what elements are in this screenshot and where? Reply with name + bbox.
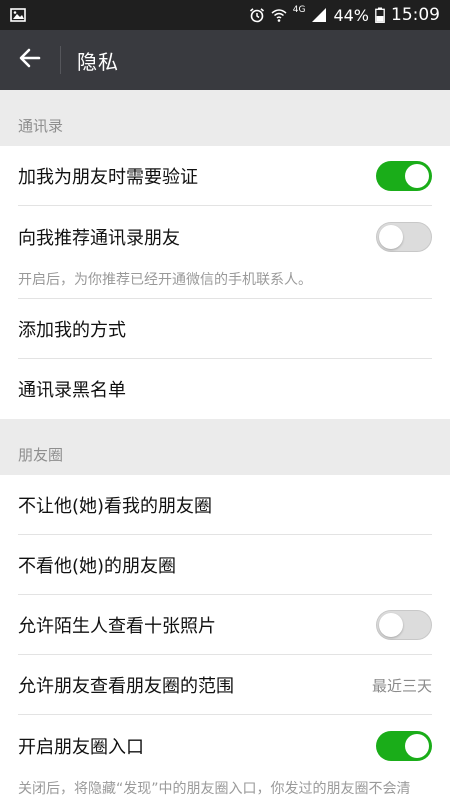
setting-moments-range[interactable]: 允许朋友查看朋友圈的范围 最近三天 [0, 655, 450, 715]
alarm-icon [249, 7, 265, 23]
setting-verify-friend[interactable]: 加我为朋友时需要验证 [0, 146, 450, 206]
setting-label: 开启朋友圈入口 [18, 737, 144, 758]
setting-dont-see-moments[interactable]: 不看他(她)的朋友圈 [0, 535, 450, 595]
setting-blacklist[interactable]: 通讯录黑名单 [0, 359, 450, 419]
setting-label: 允许陌生人查看十张照片 [18, 616, 216, 637]
contacts-group: 加我为朋友时需要验证 向我推荐通讯录朋友 开启后，为你推荐已经开通微信的手机联系… [0, 146, 450, 419]
setting-label: 通讯录黑名单 [18, 380, 126, 401]
setting-add-methods[interactable]: 添加我的方式 [0, 299, 450, 359]
section-header-contacts: 通讯录 [0, 90, 450, 146]
toggle-knob [379, 225, 403, 249]
setting-label: 加我为朋友时需要验证 [18, 167, 198, 188]
toggle-knob [379, 613, 403, 637]
section-header-moments: 朋友圈 [0, 419, 450, 475]
signal-icon [311, 7, 327, 23]
setting-label: 添加我的方式 [18, 320, 126, 341]
setting-description: 关闭后，将隐藏“发现”中的朋友圈入口，你发过的朋友圈不会清空，朋友仍可以看到。 [18, 781, 411, 797]
wifi-icon [271, 7, 287, 23]
setting-moments-entry[interactable]: 开启朋友圈入口 关闭后，将隐藏“发现”中的朋友圈入口，你发过的朋友圈不会清空，朋… [0, 715, 450, 800]
toggle-knob [405, 164, 429, 188]
toggle-knob [405, 734, 429, 758]
back-arrow-icon [19, 48, 41, 72]
back-button[interactable] [0, 30, 60, 90]
moments-group: 不让他(她)看我的朋友圈 不看他(她)的朋友圈 允许陌生人查看十张照片 允许朋友… [0, 475, 450, 800]
gallery-notification-icon [10, 7, 26, 23]
recommend-contacts-toggle[interactable] [376, 222, 432, 252]
setting-recommend-contacts[interactable]: 向我推荐通讯录朋友 开启后，为你推荐已经开通微信的手机联系人。 [0, 206, 450, 299]
clock-time: 15:09 [391, 5, 440, 25]
battery-icon [375, 7, 385, 23]
setting-label: 向我推荐通讯录朋友 [18, 228, 180, 249]
stranger-ten-photos-toggle[interactable] [376, 610, 432, 640]
page-title: 隐私 [77, 49, 119, 74]
setting-label: 不看他(她)的朋友圈 [18, 556, 177, 577]
setting-hide-moments-from[interactable]: 不让他(她)看我的朋友圈 [0, 475, 450, 535]
setting-label: 允许朋友查看朋友圈的范围 [18, 676, 234, 697]
moments-entry-toggle[interactable] [376, 731, 432, 761]
battery-percent: 44% [333, 5, 369, 25]
setting-description: 开启后，为你推荐已经开通微信的手机联系人。 [18, 272, 312, 288]
settings-content: 通讯录 加我为朋友时需要验证 向我推荐通讯录朋友 开启后，为你推荐已经开通微信的… [0, 90, 450, 800]
setting-stranger-ten-photos[interactable]: 允许陌生人查看十张照片 [0, 595, 450, 655]
network-type-label: 4G [292, 5, 306, 15]
status-bar: 4G 44% 15:09 [0, 0, 450, 30]
title-bar: 隐私 [0, 30, 450, 90]
setting-label: 不让他(她)看我的朋友圈 [18, 496, 213, 517]
moments-range-value: 最近三天 [371, 676, 432, 695]
verify-friend-toggle[interactable] [376, 161, 432, 191]
title-divider [60, 46, 61, 74]
